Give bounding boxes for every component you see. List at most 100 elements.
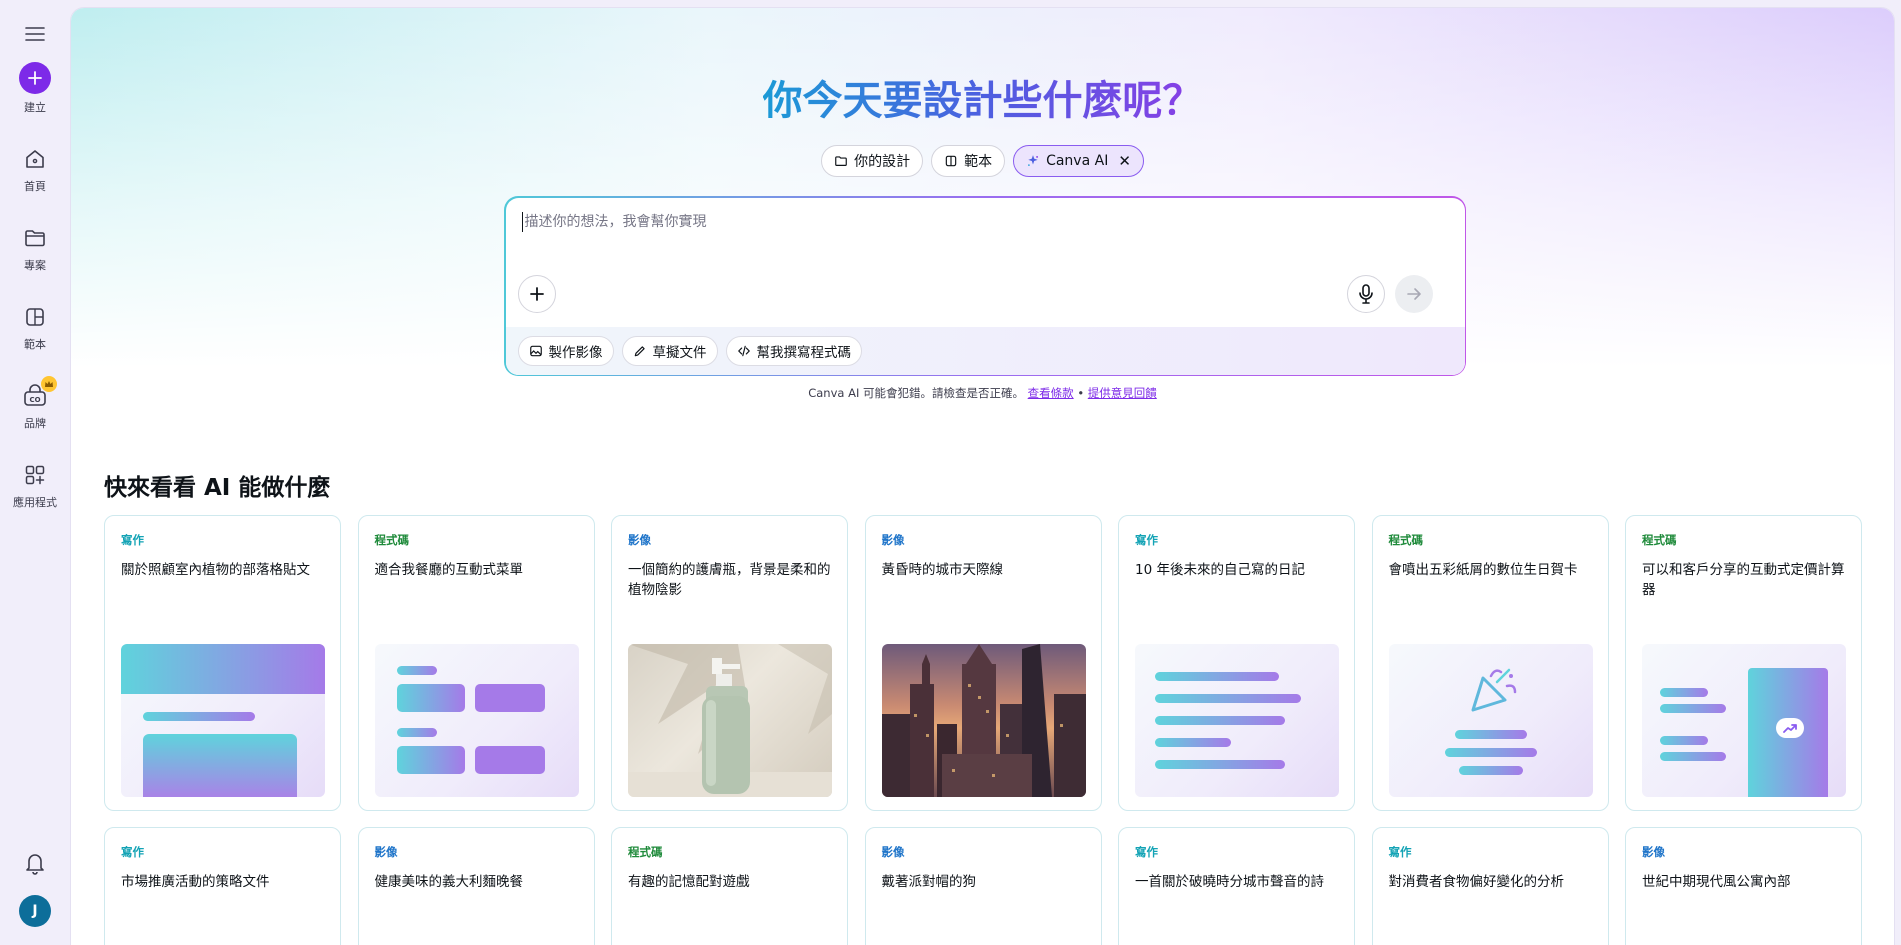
example-card[interactable]: 影像 一個簡約的護膚瓶，背景是柔和的植物陰影 [611, 515, 848, 811]
bell-icon [26, 854, 44, 875]
card-title: 會噴出五彩紙屑的數位生日賀卡 [1388, 562, 1578, 578]
add-attachment-button[interactable] [517, 274, 556, 313]
card-category: 寫作 [121, 845, 144, 859]
apps-icon [21, 461, 49, 489]
sidebar-item-projects[interactable]: 專案 [21, 224, 49, 273]
confetti-card-illustration [1388, 644, 1593, 797]
example-card[interactable]: 程式碼 會噴出五彩紙屑的數位生日賀卡 [1371, 515, 1609, 811]
sidebar-item-label: 範本 [24, 338, 46, 351]
section-title: 快來看看 AI 能做什麼 [104, 475, 331, 501]
chip-templates[interactable]: 範本 [931, 145, 1006, 177]
write-code-button[interactable]: 幫我撰寫程式碼 [725, 335, 862, 366]
sidebar-item-label: 專案 [24, 259, 46, 272]
prompt-actions: 製作影像 草擬文件 幫我撰寫程式碼 [505, 326, 1465, 375]
example-card[interactable]: 寫作 關於照顧室內植物的部落格貼文 [104, 515, 341, 811]
main-panel: 你今天要設計些什麼呢？ 你的設計 範本 Canva AI ✕ 描述你的想法，我會… [70, 7, 1895, 945]
code-icon [737, 345, 750, 356]
chip-canva-ai[interactable]: Canva AI ✕ [1013, 145, 1144, 177]
example-card[interactable]: 寫作 一首關於破曉時分城市聲音的詩 [1118, 827, 1355, 945]
example-card[interactable]: 程式碼 有趣的記憶配對遊戲 [611, 827, 848, 945]
prompt-box: 製作影像 草擬文件 幫我撰寫程式碼 [504, 196, 1466, 376]
sidebar: 建立 首頁 專案 範本 CO 品牌 應用程式 J [0, 0, 70, 945]
sidebar-item-brand[interactable]: CO 品牌 [21, 376, 57, 431]
trend-icon [1776, 718, 1804, 738]
sidebar-item-label: 品牌 [24, 417, 46, 430]
page-title: 你今天要設計些什麼呢？ [762, 78, 1203, 124]
avatar[interactable]: J [19, 895, 51, 927]
make-image-button[interactable]: 製作影像 [517, 335, 614, 366]
create-button[interactable]: 建立 [19, 62, 51, 115]
card-category: 寫作 [1135, 845, 1158, 859]
feedback-link[interactable]: 提供意見回饋 [1088, 386, 1157, 400]
send-button[interactable] [1394, 274, 1433, 313]
sidebar-item-templates[interactable]: 範本 [21, 303, 49, 352]
plus-icon [19, 62, 51, 94]
card-title: 健康美味的義大利麵晚餐 [374, 874, 524, 890]
card-category: 影像 [1642, 845, 1665, 859]
home-icon [21, 145, 49, 173]
sidebar-item-home[interactable]: 首頁 [21, 145, 49, 194]
notifications-button[interactable] [19, 847, 51, 879]
sparkle-icon [1028, 155, 1039, 166]
skincare-bottle-image [628, 644, 832, 797]
example-card[interactable]: 寫作 對消費者食物偏好變化的分析 [1371, 827, 1609, 945]
card-title: 關於照顧室內植物的部落格貼文 [121, 562, 310, 578]
example-card[interactable]: 影像 世紀中期現代風公寓內部 [1625, 827, 1862, 945]
card-title: 10 年後未來的自己寫的日記 [1135, 562, 1305, 578]
separator: • [1077, 386, 1085, 400]
card-category: 影像 [881, 845, 905, 859]
close-icon[interactable]: ✕ [1118, 152, 1131, 170]
example-card[interactable]: 影像 健康美味的義大利麵晚餐 [357, 827, 595, 945]
example-card[interactable]: 程式碼 可以和客戶分享的互動式定價計算器 [1625, 515, 1862, 811]
card-title: 有趣的記憶配對遊戲 [628, 874, 750, 890]
image-icon [529, 345, 542, 356]
prompt-input[interactable] [521, 211, 1422, 232]
card-category: 程式碼 [374, 533, 410, 547]
folder-icon [21, 224, 49, 252]
blog-illustration [121, 644, 325, 797]
pen-icon [634, 345, 645, 356]
template-icon [945, 155, 957, 167]
sidebar-item-label: 首頁 [24, 180, 46, 193]
card-title: 一首關於破曉時分城市聲音的詩 [1135, 874, 1324, 890]
example-card[interactable]: 寫作 市場推廣活動的策略文件 [104, 827, 341, 945]
crown-icon [41, 376, 57, 392]
action-label: 幫我撰寫程式碼 [756, 344, 852, 361]
draft-document-button[interactable]: 草擬文件 [621, 335, 718, 366]
example-card[interactable]: 影像 黃昏時的城市天際線 [864, 515, 1102, 811]
card-category: 程式碼 [1642, 533, 1677, 547]
journal-illustration [1135, 644, 1339, 797]
chip-label: 你的設計 [854, 154, 911, 170]
chip-your-designs[interactable]: 你的設計 [821, 145, 924, 177]
sidebar-bottom: J [0, 847, 70, 927]
card-title: 市場推廣活動的策略文件 [121, 874, 270, 890]
card-title: 可以和客戶分享的互動式定價計算器 [1642, 562, 1845, 598]
action-label: 草擬文件 [652, 344, 707, 361]
card-category: 寫作 [1388, 845, 1412, 859]
chip-label: Canva AI [1046, 153, 1109, 169]
menu-button[interactable] [17, 16, 53, 52]
example-cards: 寫作 關於照顧室內植物的部落格貼文 程式碼 適合我餐廳的互動式菜單 影像 一個簡… [104, 515, 1866, 945]
example-card[interactable]: 影像 戴著派對帽的狗 [864, 827, 1102, 945]
party-popper-icon [1471, 668, 1516, 712]
sidebar-item-apps[interactable]: 應用程式 [13, 461, 57, 510]
card-title: 黃昏時的城市天際線 [881, 562, 1004, 578]
prompt-inner: 製作影像 草擬文件 幫我撰寫程式碼 [505, 197, 1465, 375]
card-category: 影像 [881, 533, 905, 547]
svg-text:CO: CO [29, 396, 40, 404]
card-category: 寫作 [121, 533, 144, 547]
mode-chips: 你的設計 範本 Canva AI ✕ [71, 145, 1894, 177]
create-label: 建立 [24, 101, 46, 114]
city-skyline-image [881, 644, 1086, 797]
template-icon [21, 303, 49, 331]
terms-link[interactable]: 查看條款 [1028, 386, 1074, 400]
card-category: 程式碼 [628, 845, 663, 859]
card-title: 對消費者食物偏好變化的分析 [1388, 874, 1565, 890]
card-title: 一個簡約的護膚瓶，背景是柔和的植物陰影 [628, 562, 831, 598]
example-card[interactable]: 寫作 10 年後未來的自己寫的日記 [1118, 515, 1355, 811]
example-card[interactable]: 程式碼 適合我餐廳的互動式菜單 [357, 515, 595, 811]
card-category: 寫作 [1135, 533, 1158, 547]
microphone-button[interactable] [1346, 274, 1385, 313]
ai-disclaimer: Canva AI 可能會犯錯。請檢查是否正確。 查看條款 • 提供意見回饋 [71, 385, 1894, 401]
card-category: 影像 [374, 845, 398, 859]
